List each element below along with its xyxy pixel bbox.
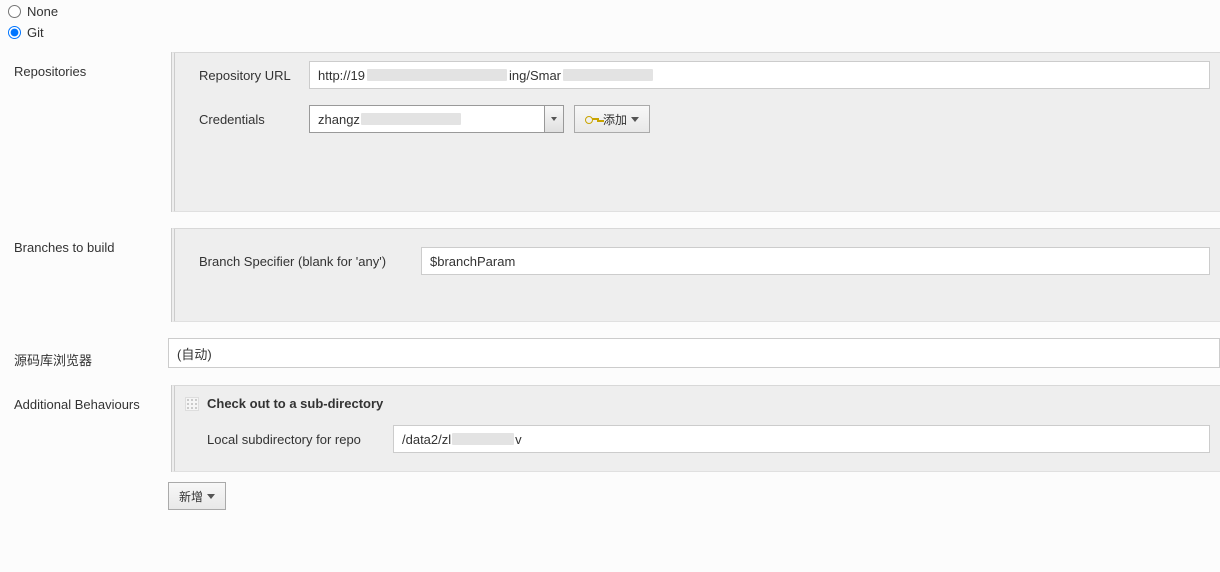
repo-url-prefix: http://19 [318,68,365,83]
scm-option-git[interactable]: Git [8,25,1212,40]
credentials-value: zhangz [309,105,544,133]
branch-specifier-row: Branch Specifier (blank for 'any') [175,229,1220,293]
drag-handle-icon[interactable] [185,397,199,411]
behaviours-button-row: 新增 [168,482,1220,510]
repository-url-label: Repository URL [199,68,299,83]
repositories-label: Repositories [14,52,168,79]
local-subdir-label: Local subdirectory for repo [207,432,383,447]
section-additional-behaviours: Additional Behaviours Check out to a sub… [14,385,1220,510]
repositories-body: Repository URL http://19 ing/Smar Credent… [171,52,1220,212]
add-credentials-button[interactable]: 添加 [574,105,650,133]
local-subdir-prefix: /data2/zl [402,432,451,447]
credentials-select[interactable]: zhangz [309,105,564,133]
local-subdir-suffix: v [515,432,522,447]
scm-option-none[interactable]: None [8,4,1212,19]
branches-body: Branch Specifier (blank for 'any') [171,228,1220,322]
scm-radio-group: None Git [0,0,1220,52]
section-branches: Branches to build Branch Specifier (blan… [14,228,1220,322]
repository-url-row: Repository URL http://19 ing/Smar [175,53,1220,97]
redacted-block [452,433,514,445]
radio-git[interactable] [8,26,21,39]
add-behaviour-label: 新增 [179,488,203,505]
redacted-block [367,69,507,81]
additional-behaviours-body: Check out to a sub-directory Local subdi… [171,385,1220,472]
credentials-label: Credentials [199,112,299,127]
radio-none-label: None [27,4,58,19]
add-credentials-label: 添加 [603,111,627,128]
behaviour-checkout-sub-header: Check out to a sub-directory [175,386,1220,417]
repo-browser-value: (自动) [177,344,212,363]
branches-label: Branches to build [14,228,168,255]
branch-specifier-input[interactable] [421,247,1210,275]
caret-down-icon [631,117,639,122]
branch-specifier-label: Branch Specifier (blank for 'any') [199,254,411,269]
key-icon [585,114,599,124]
behaviour-checkout-sub-title: Check out to a sub-directory [207,396,383,411]
chevron-down-icon[interactable] [544,105,564,133]
credentials-row: Credentials zhangz 添加 [175,97,1220,141]
redacted-block [361,113,461,125]
redacted-block [563,69,653,81]
add-behaviour-button[interactable]: 新增 [168,482,226,510]
radio-none[interactable] [8,5,21,18]
section-browser: 源码库浏览器 (自动) [14,338,1220,369]
credentials-prefix: zhangz [318,112,360,127]
browser-label: 源码库浏览器 [14,338,168,369]
local-subdir-row: Local subdirectory for repo /data2/zl v [175,417,1220,461]
local-subdir-input[interactable]: /data2/zl v [393,425,1210,453]
radio-git-label: Git [27,25,44,40]
caret-down-icon [207,494,215,499]
git-config-area: Repositories Repository URL http://19 ing… [14,52,1220,520]
repository-url-input[interactable]: http://19 ing/Smar [309,61,1210,89]
repo-browser-select[interactable]: (自动) [168,338,1220,368]
additional-behaviours-label: Additional Behaviours [14,385,168,412]
repo-url-mid: ing/Smar [509,68,561,83]
section-repositories: Repositories Repository URL http://19 ing… [14,52,1220,212]
